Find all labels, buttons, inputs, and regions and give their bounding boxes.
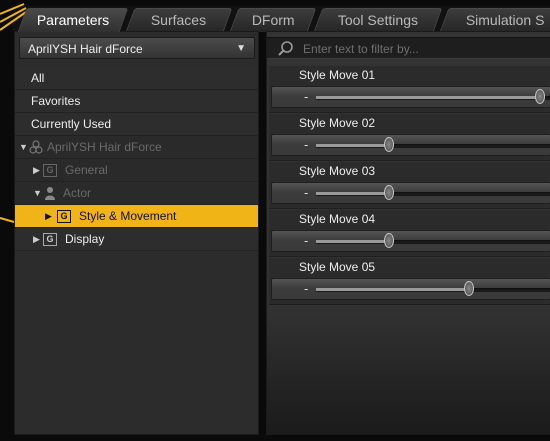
filter-input[interactable] [301, 40, 545, 58]
tab-dform[interactable]: DForm [229, 8, 317, 32]
tab-surfaces[interactable]: Surfaces [125, 8, 233, 32]
param-name: Style Move 02 [299, 116, 376, 130]
param-name: Style Move 05 [299, 260, 376, 274]
tree-item-figure[interactable]: ▼ AprilYSH Hair dForce [15, 136, 258, 159]
slider-knob[interactable] [535, 89, 546, 104]
tree-item-label: Actor [63, 186, 92, 200]
figure-selector-value: AprilYSH Hair dForce [28, 42, 143, 56]
empty-area [267, 302, 550, 434]
value-slider[interactable]: - [271, 230, 550, 252]
figure-selector[interactable]: AprilYSH Hair dForce ▼ [19, 37, 255, 59]
value-slider[interactable]: - [271, 86, 550, 108]
slider-fill [316, 240, 390, 243]
tab-bar: Parameters Surfaces DForm Tool Settings … [12, 6, 550, 32]
dropdown-triangle-icon: ▼ [236, 43, 246, 54]
tab-parameters[interactable]: Parameters [17, 8, 129, 32]
tree-item-style-movement[interactable]: ▶ G Style & Movement [15, 205, 258, 228]
group-all[interactable]: All [15, 67, 258, 90]
group-icon: G [43, 233, 57, 246]
slider-fill [316, 192, 390, 195]
filter-bar [267, 37, 550, 59]
collapsed-triangle-icon[interactable]: ▶ [33, 228, 40, 251]
tree-item-general[interactable]: ▶ G General [15, 159, 258, 182]
parameter-list-pane: Style Move 01 - Style Move 02 - Style Mo… [266, 31, 550, 435]
slider-fill [316, 288, 470, 291]
minus-icon: - [304, 137, 309, 152]
group-label: Favorites [31, 94, 81, 108]
value-slider[interactable]: - [271, 278, 550, 300]
tree-item-actor[interactable]: ▼ Actor [15, 182, 258, 205]
parameters-pane: Parameters Surfaces DForm Tool Settings … [0, 0, 550, 441]
group-label: Currently Used [31, 117, 112, 131]
param-name: Style Move 04 [299, 212, 376, 226]
actor-icon [45, 187, 55, 200]
tree-item-label: General [65, 163, 108, 177]
group-icon: G [57, 210, 71, 223]
param-style-move-04: Style Move 04 - [269, 210, 550, 257]
minus-icon: - [304, 185, 309, 200]
minus-icon: - [304, 281, 309, 296]
group-currently-used[interactable]: Currently Used [15, 113, 258, 136]
slider-fill [316, 96, 541, 99]
param-name: Style Move 01 [299, 68, 376, 82]
slider-knob[interactable] [384, 137, 395, 152]
expanded-triangle-icon[interactable]: ▼ [33, 182, 42, 205]
tab-simulation[interactable]: Simulation S [439, 8, 550, 32]
collapsed-triangle-icon[interactable]: ▶ [33, 159, 40, 182]
value-slider[interactable]: - [271, 134, 550, 156]
group-icon: G [43, 164, 57, 177]
minus-icon: - [304, 233, 309, 248]
property-group-pane: AprilYSH Hair dForce ▼ All Favorites Cur… [14, 31, 259, 435]
tree-item-label: AprilYSH Hair dForce [47, 140, 162, 154]
tree-item-display[interactable]: ▶ G Display [15, 228, 258, 251]
tab-tool-settings[interactable]: Tool Settings [313, 8, 443, 32]
slider-fill [316, 144, 390, 147]
slider-knob[interactable] [384, 233, 395, 248]
property-group-list: All Favorites Currently Used ▼ AprilYSH … [15, 67, 258, 251]
group-favorites[interactable]: Favorites [15, 90, 258, 113]
slider-knob[interactable] [384, 185, 395, 200]
group-label: All [31, 71, 45, 85]
search-icon[interactable] [277, 40, 295, 58]
expanded-triangle-icon[interactable]: ▼ [19, 136, 28, 159]
value-slider[interactable]: - [271, 182, 550, 204]
param-style-move-01: Style Move 01 - [269, 66, 550, 113]
param-style-move-02: Style Move 02 - [269, 114, 550, 161]
minus-icon: - [304, 89, 309, 104]
collapsed-triangle-icon[interactable]: ▶ [45, 205, 52, 228]
tree-item-label: Style & Movement [79, 209, 177, 223]
tree-item-label: Display [65, 232, 105, 246]
param-name: Style Move 03 [299, 164, 376, 178]
slider-knob[interactable] [464, 281, 475, 296]
param-style-move-05: Style Move 05 - [269, 258, 550, 305]
param-style-move-03: Style Move 03 - [269, 162, 550, 209]
figure-node-icon [29, 140, 43, 154]
